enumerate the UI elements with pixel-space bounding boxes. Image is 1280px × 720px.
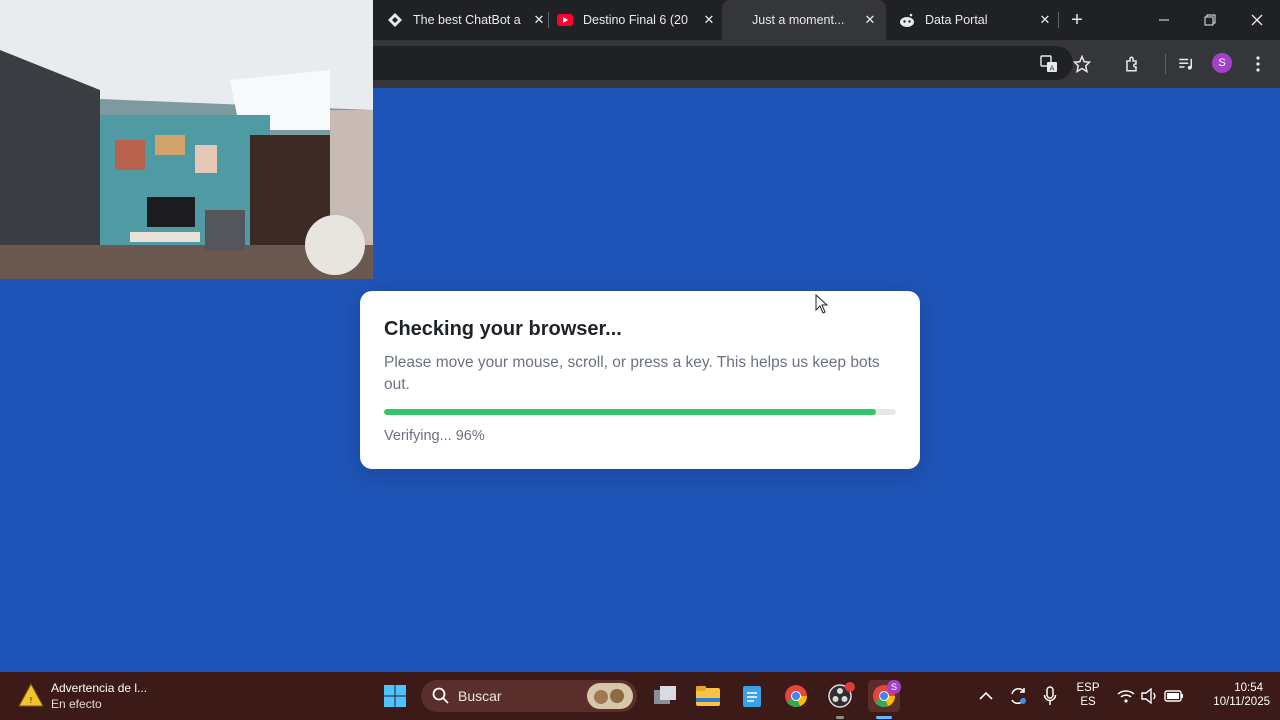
file-explorer-icon[interactable] <box>692 680 724 712</box>
instructions-text: Please move your mouse, scroll, or press… <box>384 354 880 393</box>
webcam-overlay <box>0 0 373 279</box>
close-window-button[interactable] <box>1234 0 1280 40</box>
clock-time: 10:54 <box>1234 682 1263 694</box>
menu-icon[interactable] <box>1246 52 1270 76</box>
recording-indicator <box>845 682 855 692</box>
media-control-icon[interactable] <box>1174 52 1198 76</box>
active-app-indicator <box>876 716 892 719</box>
tab-divider <box>1058 12 1059 28</box>
toolbar-divider <box>1165 54 1166 74</box>
address-bar[interactable] <box>373 46 1073 80</box>
tab-strip: The best ChatBot a ✕ Destino Final 6 (20… <box>373 0 1280 40</box>
tab-data-portal[interactable]: Data Portal ✕ <box>899 0 1055 40</box>
notification-subtitle: En efecto <box>51 697 102 711</box>
start-button[interactable] <box>379 680 411 712</box>
status-text: Verifying... 96% <box>384 428 485 444</box>
close-icon[interactable]: ✕ <box>860 10 880 30</box>
task-view-icon[interactable] <box>649 680 681 712</box>
progress-fill <box>384 409 876 415</box>
new-tab-button[interactable]: + <box>1065 8 1089 32</box>
tab-youtube[interactable]: Destino Final 6 (20 ✕ <box>557 0 719 40</box>
bot-icon <box>387 12 403 28</box>
notification-title[interactable]: Advertencia de l... <box>51 681 147 695</box>
reddit-icon <box>899 12 915 28</box>
chevron-up-icon[interactable] <box>970 680 1002 712</box>
language-bottom: ES <box>1080 696 1096 708</box>
progress-bar <box>384 409 896 415</box>
weather-warning-icon[interactable]: ! <box>18 682 44 708</box>
notepad-icon[interactable] <box>736 680 768 712</box>
tab-title: Data Portal <box>925 13 988 27</box>
search-icon <box>432 687 449 704</box>
close-icon[interactable]: ✕ <box>699 10 719 30</box>
tab-divider <box>548 12 549 28</box>
restore-button[interactable] <box>1187 0 1233 40</box>
svg-text:A: A <box>1050 65 1055 73</box>
browser-toolbar: A S <box>373 40 1280 88</box>
tab-title: Just a moment... <box>752 13 845 27</box>
chrome-profile-badge: S <box>887 680 901 694</box>
taskbar: ! Advertencia de l... En efecto Buscar S… <box>0 672 1280 720</box>
mouse-cursor-icon <box>815 294 829 314</box>
verification-card: Checking your browser... Please move you… <box>360 291 920 469</box>
language-top: ESP <box>1076 682 1100 694</box>
clock[interactable]: 10:54 10/11/2025 <box>1194 682 1270 708</box>
tab-title: Destino Final 6 (20 <box>583 13 688 27</box>
chrome-icon[interactable] <box>780 680 812 712</box>
battery-icon[interactable] <box>1158 680 1190 712</box>
close-icon[interactable]: ✕ <box>1035 10 1055 30</box>
minimize-button[interactable] <box>1141 0 1187 40</box>
page-title: Checking your browser... <box>384 318 622 340</box>
clock-date: 10/11/2025 <box>1213 696 1270 708</box>
tab-title: The best ChatBot a <box>413 13 521 27</box>
language-indicator[interactable]: ESP ES <box>1072 682 1104 708</box>
close-icon[interactable]: ✕ <box>529 10 549 30</box>
taskbar-search[interactable]: Buscar <box>421 680 637 712</box>
youtube-icon <box>557 12 573 28</box>
microphone-icon[interactable] <box>1034 680 1066 712</box>
translate-icon[interactable]: A <box>1037 52 1061 76</box>
tab-just-a-moment[interactable]: Just a moment... ✕ <box>722 0 886 40</box>
profile-avatar[interactable]: S <box>1212 53 1232 73</box>
search-highlight-icon <box>587 683 633 709</box>
bookmark-star-icon[interactable] <box>1070 52 1094 76</box>
tab-chatbot[interactable]: The best ChatBot a ✕ <box>387 0 549 40</box>
sync-icon[interactable] <box>1002 680 1034 712</box>
svg-text:!: ! <box>29 696 32 705</box>
active-app-indicator <box>836 716 844 719</box>
search-placeholder: Buscar <box>458 688 502 704</box>
extensions-icon[interactable] <box>1121 52 1145 76</box>
